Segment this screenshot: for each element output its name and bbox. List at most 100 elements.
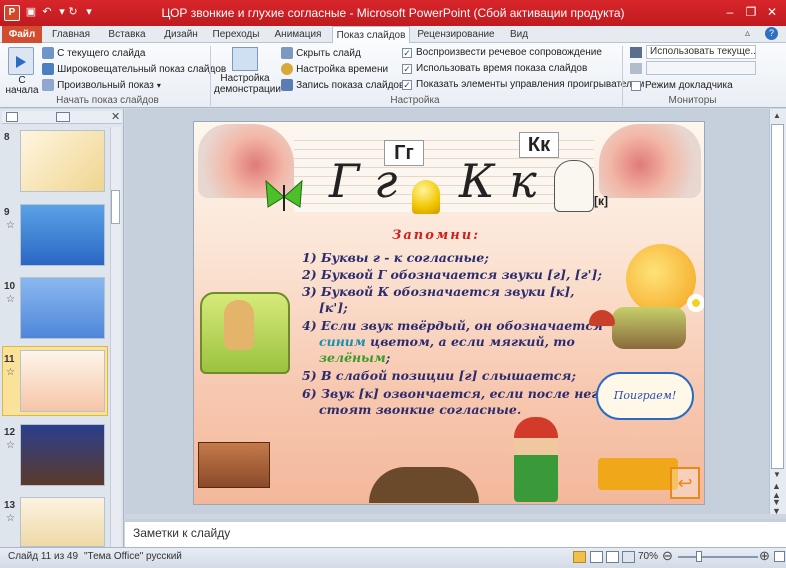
ribbon-minimize-icon[interactable]: ▵ — [745, 28, 750, 39]
presenter-view-checkbox[interactable] — [631, 81, 641, 91]
panel-scroll-thumb[interactable] — [111, 190, 120, 224]
from-beginning-icon[interactable] — [8, 47, 34, 75]
setup-show-icon[interactable] — [232, 47, 258, 71]
resolution-select[interactable] — [646, 61, 756, 75]
from-current-icon — [42, 47, 54, 60]
garage-drawing — [198, 442, 270, 488]
mouth-diagram-right — [599, 124, 701, 198]
tab-review[interactable]: Рецензирование — [414, 26, 498, 43]
custom-show-icon — [42, 79, 54, 92]
from-current-button[interactable]: С текущего слайда — [42, 47, 145, 60]
tab-design[interactable]: Дизайн — [158, 26, 204, 43]
custom-show-button[interactable]: Произвольный показ ▾ — [42, 79, 161, 92]
slide-thumbnail-12[interactable] — [20, 424, 105, 486]
clock-icon — [281, 63, 293, 76]
hide-slide-button[interactable]: Скрыть слайд — [281, 47, 361, 60]
setup-show-button[interactable]: Настройка демонстрации — [214, 73, 281, 95]
slide-thumbnail-13[interactable] — [20, 497, 105, 547]
language-indicator[interactable]: русский — [146, 551, 182, 562]
close-panel-icon[interactable]: ✕ — [111, 110, 120, 123]
record-show-button[interactable]: Запись показа слайдов ▾ — [281, 79, 411, 92]
zoom-slider-thumb[interactable] — [696, 551, 702, 562]
scroll-down-icon[interactable]: ▼ — [773, 470, 781, 479]
ribbon-separator — [622, 46, 623, 106]
redo-icon[interactable]: ↻ — [66, 5, 80, 19]
rule-line-4c: ; — [385, 350, 391, 365]
maximize-icon[interactable]: ❐ — [741, 4, 761, 21]
chevron-down-icon: ▾ — [156, 81, 161, 90]
close-icon[interactable]: ✕ — [762, 4, 782, 21]
return-arrow-icon[interactable]: ↩ — [670, 467, 700, 499]
use-timings-label: Использовать время показа слайдов — [416, 63, 588, 74]
slide-heading: Запомни: — [392, 228, 481, 243]
canvas-scroll-thumb[interactable] — [771, 124, 784, 469]
qat-customize-icon[interactable]: ▾ — [82, 5, 96, 19]
animation-star-icon: ☆ — [6, 294, 15, 305]
outline-tab-icon[interactable] — [56, 112, 70, 122]
zoom-out-icon[interactable]: ⊖ — [662, 548, 673, 564]
script-letters-k: К к — [459, 154, 537, 208]
zoom-in-icon[interactable]: ⊕ — [759, 548, 770, 564]
letter-card-g: Гг — [384, 140, 424, 166]
mole-drawing — [369, 467, 479, 503]
thumbnail-number: 10 — [4, 281, 16, 292]
group-label-setup: Настройка — [390, 95, 440, 106]
from-beginning-button[interactable]: С начала — [4, 76, 40, 96]
slide-sorter-icon[interactable] — [590, 551, 603, 563]
gnome-drawing — [514, 417, 558, 502]
fit-to-window-icon[interactable] — [774, 551, 785, 562]
animation-star-icon: ☆ — [6, 220, 15, 231]
monitor-select[interactable]: Использовать текуще... — [646, 45, 756, 59]
window-title: ЦОР звонкие и глухие согласные - Microso… — [161, 6, 625, 20]
blue-word: синим — [319, 334, 366, 349]
theme-name[interactable]: "Тема Office" — [84, 551, 143, 562]
tab-home[interactable]: Главная — [46, 26, 96, 43]
hide-slide-icon — [281, 47, 293, 60]
normal-view-icon[interactable] — [573, 551, 586, 563]
slide-show-icon[interactable] — [622, 551, 635, 563]
tab-file[interactable]: Файл — [2, 26, 42, 43]
scroll-up-icon[interactable]: ▲ — [773, 111, 781, 120]
mushroom-icon — [589, 310, 615, 326]
rule-line-1: 1) Буквы г - к согласные; — [302, 250, 489, 265]
thumbnail-number: 9 — [4, 207, 10, 218]
slide-thumbnail-9[interactable] — [20, 204, 105, 266]
thumbnail-number: 8 — [4, 132, 10, 143]
next-slide-icon[interactable]: ▼ ▼ — [772, 498, 781, 516]
use-timings-checkbox[interactable]: ✓ — [402, 64, 412, 74]
minimize-icon[interactable]: – — [720, 4, 740, 21]
transcription-k: [к] — [594, 194, 608, 208]
undo-icon[interactable]: ↶ — [40, 5, 54, 19]
help-icon[interactable]: ? — [765, 27, 778, 40]
slide-thumbnail-10[interactable] — [20, 277, 105, 339]
cat-drawing — [224, 300, 254, 350]
tab-insert[interactable]: Вставка — [102, 26, 152, 43]
reading-view-icon[interactable] — [606, 551, 619, 563]
tab-slide-show[interactable]: Показ слайдов — [332, 26, 410, 43]
zoom-slider[interactable] — [678, 556, 758, 558]
play-narrations-checkbox[interactable]: ✓ — [402, 48, 412, 58]
group-label-monitors: Мониторы — [668, 95, 717, 106]
tab-animations[interactable]: Анимация — [268, 26, 328, 43]
monitor-icon — [630, 63, 642, 74]
powerpoint-app-icon[interactable]: P — [4, 5, 20, 21]
daisy-icon — [687, 294, 704, 312]
rule-line-6b: стоят звонкие согласные. — [319, 402, 522, 417]
rule-line-6: 6) Звук [к] озвончается, если после него — [302, 386, 607, 401]
slide-thumbnail-11[interactable] — [20, 350, 105, 412]
slide[interactable]: Г г К к Гг Кк [к] Запомни: 1) Буквы г - … — [193, 121, 705, 505]
slide-thumbnail-8[interactable] — [20, 130, 105, 192]
presenter-view-label: Режим докладчика — [645, 80, 733, 91]
tab-transitions[interactable]: Переходы — [208, 26, 264, 43]
zoom-level[interactable]: 70% — [638, 551, 658, 562]
lets-play-cloud-button[interactable]: Поиграем! — [596, 372, 694, 420]
save-icon[interactable]: ▣ — [24, 5, 38, 19]
notes-pane[interactable]: Заметки к слайду — [125, 519, 786, 547]
animation-star-icon: ☆ — [6, 367, 15, 378]
show-controls-checkbox[interactable]: ✓ — [402, 80, 412, 90]
broadcast-icon — [42, 63, 54, 76]
rehearse-timings-button[interactable]: Настройка времени — [281, 63, 388, 76]
slides-tab-icon[interactable] — [6, 112, 18, 122]
broadcast-button[interactable]: Широковещательный показ слайдов — [42, 63, 226, 76]
tab-view[interactable]: Вид — [502, 26, 536, 43]
